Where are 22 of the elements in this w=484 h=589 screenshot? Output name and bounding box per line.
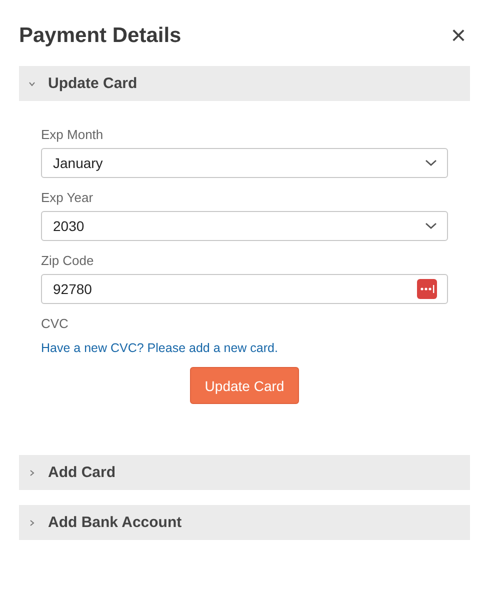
accordion-header[interactable]: Update Card (19, 66, 470, 101)
section-title: Update Card (48, 75, 138, 92)
input-field[interactable]: 92780 (41, 274, 448, 304)
accordion-header[interactable]: Add Bank Account (19, 505, 470, 540)
add-card-link[interactable]: Have a new CVC? Please add a new card. (41, 341, 448, 355)
chevron-down-icon (425, 159, 437, 167)
password-manager-icon[interactable] (417, 279, 437, 299)
section-title: Add Card (48, 464, 116, 481)
field-label: Zip Code (41, 253, 95, 268)
dialog-title: Payment Details (19, 24, 182, 48)
chevron-icon (28, 80, 36, 88)
chevron-icon (28, 468, 36, 476)
select-field[interactable]: 2030 (41, 211, 448, 241)
select-field[interactable]: January (41, 148, 448, 178)
section-title: Add Bank Account (48, 514, 182, 531)
close-button[interactable]: × (446, 22, 470, 48)
accordion-header[interactable]: Add Card (19, 455, 470, 490)
field-label: Exp Month (41, 127, 104, 142)
field-label: Exp Year (41, 190, 94, 205)
field-label: CVC (41, 316, 70, 331)
chevron-icon (28, 518, 36, 526)
chevron-down-icon (425, 222, 437, 230)
